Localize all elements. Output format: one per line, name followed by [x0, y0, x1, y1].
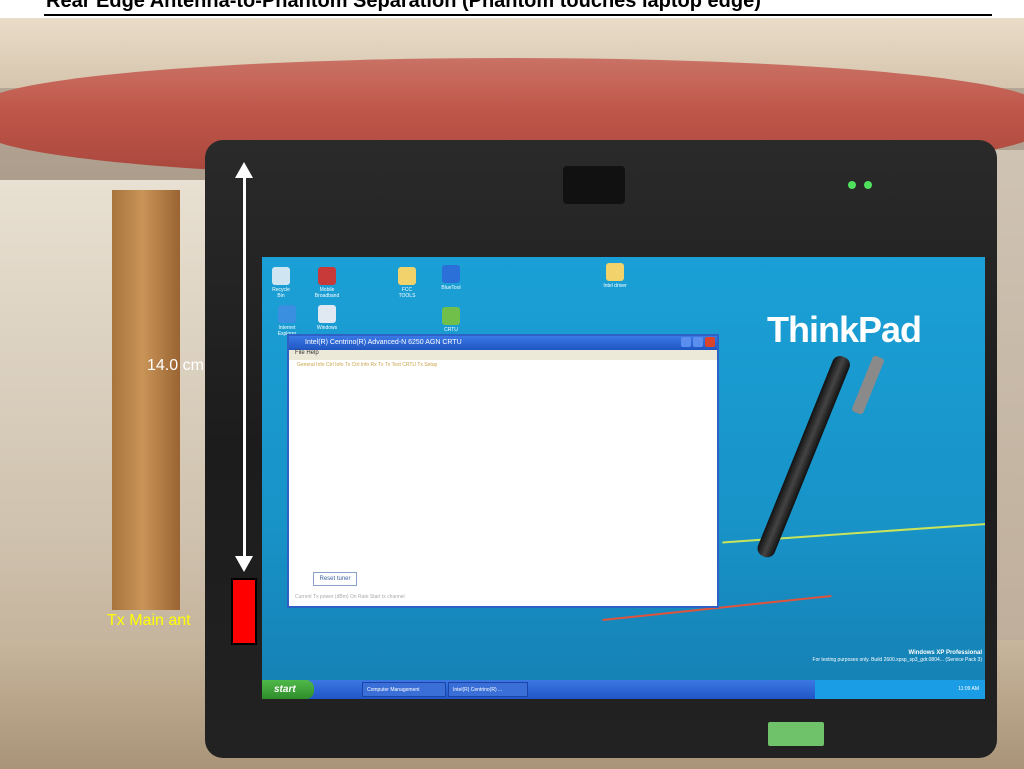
desktop-icon-crtu[interactable]: CRTU [438, 307, 464, 333]
minimize-icon[interactable] [681, 337, 691, 347]
desktop-icon-bluetool[interactable]: BlueTool [438, 265, 464, 291]
maximize-icon[interactable] [693, 337, 703, 347]
crtu-icon [442, 307, 460, 325]
dimension-line [243, 172, 246, 564]
recycle-bin-icon [272, 267, 290, 285]
crtu-app-window[interactable]: Intel(R) Centrino(R) Advanced-N 6250 AGN… [287, 334, 719, 608]
desktop-icon-label: CRTU [444, 327, 458, 333]
laptop-front-sticker [768, 722, 824, 746]
desktop-icon-label: Recycle Bin [272, 287, 290, 299]
antenna-label: Tx Main ant [107, 612, 191, 629]
app-status-bar: Current Tx power (dBm) On Rate Start tx … [295, 594, 405, 600]
windows-icon [318, 305, 336, 323]
desktop-icon-label: Mobile Broadband [314, 287, 340, 299]
desktop-icon-fcc-tools[interactable]: FCC TOOLS [394, 267, 420, 299]
internet-explorer-icon [278, 305, 296, 323]
taskbar: start Computer Management Intel(R) Centr… [262, 680, 985, 699]
folder-icon [606, 263, 624, 281]
arrow-down-icon [235, 556, 253, 572]
laptop-hinge-latch [563, 166, 625, 204]
taskbar-item-intel-crtu[interactable]: Intel(R) Centrino(R) ... [448, 682, 528, 697]
brand-logo: ThinkPad [767, 309, 922, 350]
antenna-marker [231, 578, 257, 645]
arrow-up-icon [235, 162, 253, 178]
desktop-icon-label: FCC TOOLS [398, 287, 416, 299]
app-titlebar[interactable]: Intel(R) Centrino(R) Advanced-N 6250 AGN… [289, 336, 717, 350]
stylus-clip [851, 354, 885, 416]
window-controls [681, 337, 715, 347]
title-underline [44, 14, 992, 16]
taskbar-item-computer-management[interactable]: Computer Management [362, 682, 446, 697]
status-led-icon [864, 181, 872, 189]
app-menubar[interactable]: File Help [289, 350, 717, 360]
watermark-line: Windows XP Professional [908, 650, 982, 656]
desktop-icon-intel-driver[interactable]: Intel driver [602, 263, 628, 289]
system-tray: 11:09 AM [815, 680, 985, 699]
folder-icon [398, 267, 416, 285]
windows-watermark: Windows XP Professional For testing purp… [760, 650, 982, 664]
desktop-icon-label: Windows [316, 325, 338, 331]
wood-stand [112, 190, 180, 610]
photo: ThinkPad Recycle Bin Mobile Broadband FC… [0, 0, 1024, 769]
watermark-line: For testing purposes only. Build 2600.xp… [812, 657, 982, 663]
bluetooth-icon [442, 265, 460, 283]
desktop-icon-internet-explorer[interactable]: Internet Explorer [274, 305, 300, 337]
start-button[interactable]: start [262, 680, 314, 699]
desktop-icon-recycle-bin[interactable]: Recycle Bin [268, 267, 294, 299]
desktop-icon-label: Intel driver [603, 283, 627, 289]
caption-bar: Rear Edge Antenna-to-Phantom Separation … [0, 0, 1024, 18]
distance-label: 14.0 cm [147, 357, 204, 374]
desktop-icon-mobile-broadband[interactable]: Mobile Broadband [314, 267, 340, 299]
broadband-icon [318, 267, 336, 285]
close-icon[interactable] [705, 337, 715, 347]
app-tabs[interactable]: General Info Ctrl Info Tx Ctrl Info Rx T… [289, 362, 717, 374]
reset-tuner-button[interactable]: Reset tuner [313, 572, 357, 586]
desktop-icon-windows[interactable]: Windows [314, 305, 340, 331]
status-led-icon [848, 181, 856, 189]
page-title: Rear Edge Antenna-to-Phantom Separation … [46, 0, 761, 12]
clock: 11:09 AM [958, 686, 979, 692]
stylus-pen-image [755, 353, 853, 560]
desktop-icon-label: BlueTool [441, 285, 461, 291]
